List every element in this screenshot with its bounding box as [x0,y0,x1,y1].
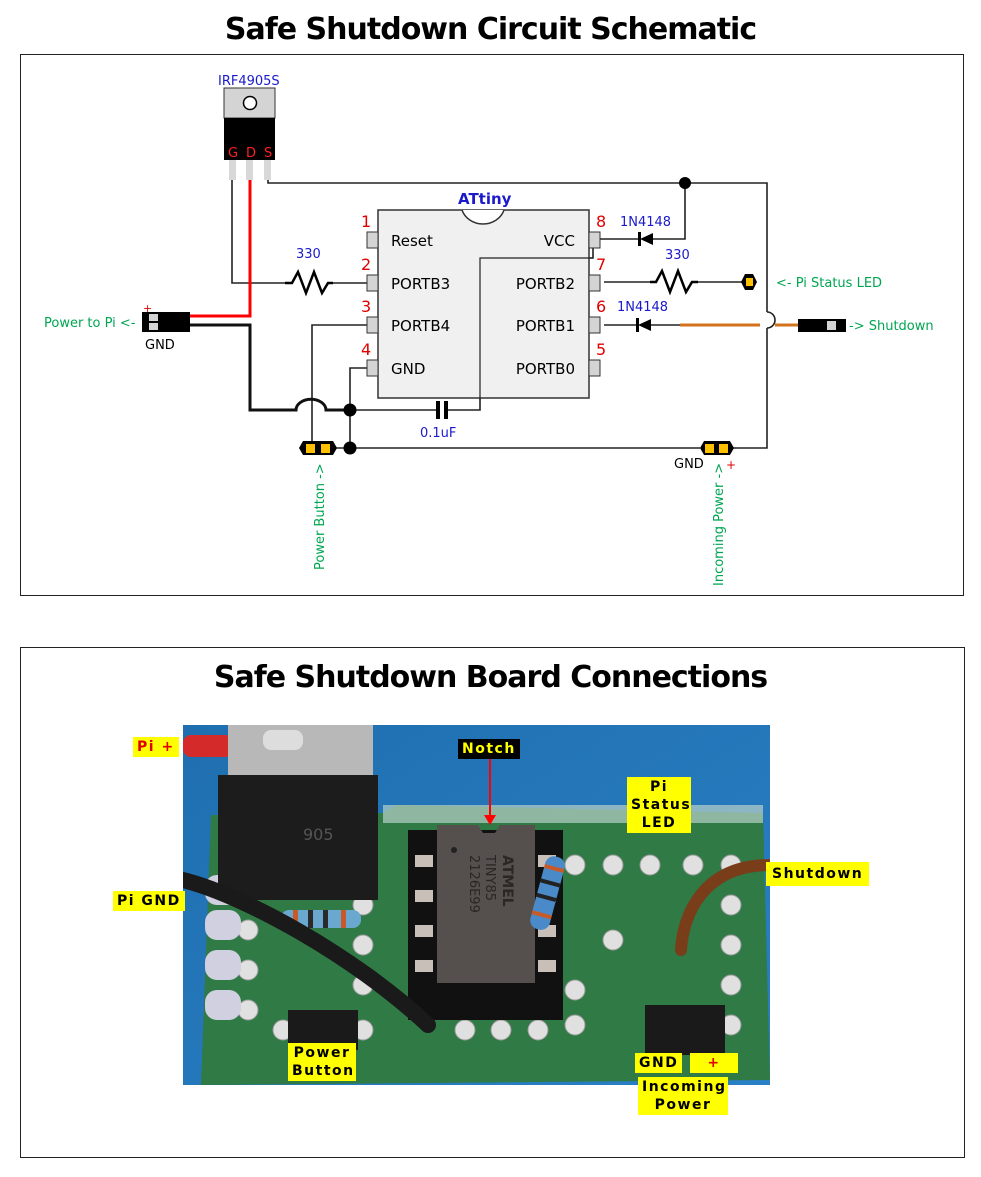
label-pi-plus-sign: + [161,739,175,755]
chip-name: ATtiny [458,190,512,208]
board-mosfet: 905 [218,725,378,900]
label-shutdown: Shutdown [766,862,870,886]
label-plus: + [690,1053,738,1073]
label-pi-plus-text: Pi [137,739,156,755]
resistor-led [650,267,698,296]
source-wire-hop [766,311,776,329]
pin-label-gnd: GND [391,360,425,378]
pin-number-4: 4 [361,340,371,359]
diode-shutdown-label: 1N4148 [617,300,668,315]
power-to-pi-plus: + [143,302,152,315]
pin-label-portb2: PORTB2 [516,275,575,293]
board-mosfet-marking: 905 [303,825,334,844]
pi-status-led-pad [741,274,757,290]
pin-number-7: 7 [596,255,606,274]
pin-number-1: 1 [361,212,371,231]
label-pi-plus: Pi + [133,737,179,757]
gate-wire [231,180,285,284]
capacitor [436,401,448,419]
board-title: Safe Shutdown Board Connections [213,660,768,695]
incoming-power-label: Incoming Power -> [712,463,727,586]
junction-dot [343,403,357,417]
incoming-power-header [700,441,734,455]
pin-label-vcc: VCC [544,232,575,250]
diode-vcc [638,232,653,246]
capacitor-label: 0.1uF [420,426,456,441]
label-plus-sign: + [707,1055,721,1071]
power-button-header [299,441,337,455]
pin-number-3: 3 [361,297,371,316]
power-button-label: Power Button -> [313,463,328,570]
label-power-button-line2: Button [292,1063,355,1079]
label-notch: Notch [458,739,520,759]
pin-number-2: 2 [361,255,371,274]
mosfet-pin-g: G [228,146,238,161]
label-pi-status-led-line3: LED [641,815,677,831]
shutdown-connector [798,319,846,332]
mosfet-pin-s: S [264,146,272,161]
junction-dot [343,441,357,455]
pi-plus-wire [183,735,233,757]
chip-marking-1: ATMEL [499,855,515,907]
resistor-gate-label: 330 [296,247,321,262]
board-incoming-power-header [645,1005,725,1055]
pin-number-6: 6 [596,297,606,316]
junction-dot [679,177,691,189]
label-pi-gnd: Pi GND [113,891,185,911]
label-pi-status-led-line2: Status [631,797,692,813]
mosfet-part-label: IRF4905S [218,74,280,89]
label-incoming-power: Incoming Power [638,1077,728,1115]
pi-status-led-label: <- Pi Status LED [776,276,882,291]
label-incoming-power-line2: Power [654,1097,712,1113]
vcc-diode-wire [653,183,686,240]
mosfet-pin-d: D [246,146,256,161]
power-to-pi-label: Power to Pi <- [44,316,136,331]
source-wire-down [730,328,768,449]
label-pi-status-led-line1: Pi [649,779,669,795]
chip-marking-3: 2126E99 [466,855,481,913]
portb4-wire [311,324,368,400]
pin-label-portb1: PORTB1 [516,317,575,335]
resistor-gate [285,268,333,297]
pin-label-portb4: PORTB4 [391,317,450,335]
pin-number-8: 8 [596,212,606,231]
chip-marking-2: TINY85 [482,854,497,901]
drain-wire [190,180,252,318]
resistor-led-label: 330 [665,248,690,263]
label-power-button-line1: Power [293,1045,351,1061]
label-incoming-power-line1: Incoming [642,1079,727,1095]
power-to-pi-connector [142,312,190,332]
shutdown-label: -> Shutdown [849,319,934,334]
label-gnd: GND [635,1053,683,1073]
label-power-button: Power Button [288,1043,356,1081]
pin-label-reset: Reset [391,232,433,250]
pin-label-portb3: PORTB3 [391,275,450,293]
incoming-plus-label: + [726,458,736,472]
schematic-diagram: IRF4905S G D S 330 330 1N4148 1N4148 0.1… [44,74,934,586]
incoming-gnd-label: GND [674,457,704,472]
power-to-pi-gnd: GND [145,338,175,353]
mosfet-package [223,87,276,180]
label-pi-status-led: Pi Status LED [627,777,691,833]
pi-gnd-wire [190,323,350,412]
pin-number-5: 5 [596,340,606,359]
diode-vcc-label: 1N4148 [620,215,671,230]
diode-shutdown [636,318,651,332]
pin-label-portb0: PORTB0 [516,360,575,378]
